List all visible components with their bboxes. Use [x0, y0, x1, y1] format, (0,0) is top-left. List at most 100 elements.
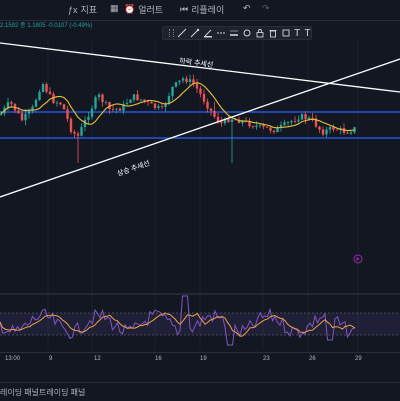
candle-body — [195, 83, 199, 89]
drag-handle[interactable] — [169, 29, 174, 37]
candle-body — [146, 101, 150, 103]
candle-body — [328, 127, 332, 130]
candle-body — [202, 93, 206, 102]
candle-body — [293, 121, 297, 122]
width-icon[interactable] — [229, 28, 239, 38]
candle-body — [174, 82, 178, 87]
ohlc-readout: 2.1592 종 1.1805 -0.0107 (-0.49%) — [0, 23, 93, 29]
candle-body — [262, 124, 265, 127]
candle-body — [24, 113, 27, 121]
pencil-icon[interactable] — [177, 28, 187, 38]
undo-button[interactable]: ↶ — [243, 3, 251, 14]
candle-body — [66, 109, 69, 119]
candle-body — [41, 84, 45, 92]
candle-body — [283, 122, 286, 125]
candle-body — [349, 132, 353, 134]
candle-body — [181, 78, 185, 81]
candle-body — [230, 119, 234, 123]
candles-group — [0, 74, 356, 164]
candle-body — [300, 114, 304, 120]
lock-icon[interactable] — [255, 28, 265, 38]
time-axis[interactable]: 13:00 9 12 16 19 23 26 29 — [0, 352, 400, 365]
candle-body — [139, 99, 143, 101]
undo-icon: ↶ — [243, 3, 251, 13]
candle-body — [125, 102, 129, 105]
candle-body — [209, 108, 213, 111]
candle-body — [101, 94, 104, 103]
candle-body — [111, 109, 115, 110]
trash-icon[interactable] — [268, 28, 278, 38]
time-axis-label: 12 — [94, 356, 101, 362]
candle-body — [55, 102, 59, 104]
candle-body — [45, 84, 48, 92]
candle-body — [304, 114, 307, 120]
grid-icon: ▦ — [110, 3, 119, 13]
candle-body — [87, 116, 90, 120]
trading-panel-tab-secondary[interactable]: 트레이딩 패널 — [39, 387, 85, 398]
more-icon[interactable] — [281, 28, 291, 38]
time-axis-label: 29 — [355, 356, 362, 362]
bottom-panel-tabs: 레이딩 패널 트레이딩 패널 — [0, 382, 400, 401]
replay-icon: ⏮ — [180, 4, 189, 14]
time-axis-label: 26 — [309, 356, 316, 362]
candle-body — [129, 99, 132, 103]
candle-body — [118, 108, 122, 111]
alarm-icon: ⏰ — [124, 4, 136, 14]
text-icon[interactable]: T — [304, 28, 311, 39]
candle-body — [104, 102, 108, 103]
time-axis-label: 23 — [263, 356, 270, 362]
candle-body — [90, 108, 94, 117]
candle-body — [20, 113, 24, 121]
redo-icon: ↷ — [262, 3, 270, 13]
chart-grid — [47, 40, 359, 350]
candle-body — [213, 110, 216, 117]
candle-body — [290, 121, 293, 123]
drawing-toolbar: T T — [162, 26, 312, 40]
top-toolbar: ƒx 지표 ▦ ⏰ 얼러트 ⏮ 리플레이 ↶ ↷ — [0, 0, 400, 21]
candle-body — [272, 130, 276, 133]
candle-body — [255, 125, 258, 127]
candle-body — [188, 79, 192, 82]
candle-body — [297, 119, 300, 122]
candle-body — [97, 94, 101, 98]
price-chart[interactable]: 하락 추세선 상승 추세선 — [0, 40, 400, 350]
candle-body — [132, 94, 136, 100]
candle-body — [206, 101, 209, 109]
candle-body — [38, 91, 41, 100]
candle-body — [321, 129, 325, 135]
candle-body — [10, 102, 13, 104]
brush-icon[interactable] — [190, 28, 200, 38]
alert-button[interactable]: ⏰ 얼러트 — [124, 3, 163, 16]
line-style-icon[interactable] — [216, 28, 226, 38]
candle-body — [153, 103, 157, 108]
candle-body — [220, 121, 223, 124]
indicators-button[interactable]: ƒx 지표 — [68, 3, 97, 16]
candle-body — [73, 131, 76, 134]
candle-body — [311, 117, 314, 119]
candle-body — [335, 129, 339, 131]
candle-body — [80, 127, 83, 136]
candle-body — [34, 99, 38, 107]
candle-body — [227, 119, 230, 123]
candle-body — [178, 80, 181, 83]
settings-icon[interactable] — [242, 28, 252, 38]
ascending-trendline-label: 상승 추세선 — [116, 158, 151, 178]
replay-button[interactable]: ⏮ 리플레이 — [180, 3, 224, 16]
template-button[interactable]: ▦ — [110, 3, 119, 14]
candle-body — [27, 110, 31, 114]
color-icon[interactable] — [203, 28, 213, 38]
time-axis-label: 9 — [49, 356, 53, 362]
candle-body — [269, 127, 272, 131]
time-axis-label: 19 — [200, 356, 207, 362]
candle-body — [0, 113, 3, 115]
candle-body — [185, 78, 188, 82]
candle-body — [325, 129, 328, 135]
trading-panel-tab[interactable]: 레이딩 패널 — [0, 387, 39, 398]
candle-body — [199, 88, 202, 94]
candle-body — [160, 106, 164, 108]
candle-body — [76, 133, 80, 136]
candle-body — [258, 124, 262, 126]
candle-body — [307, 117, 311, 120]
redo-button[interactable]: ↷ — [262, 3, 270, 14]
text-icon[interactable]: T — [294, 28, 301, 39]
